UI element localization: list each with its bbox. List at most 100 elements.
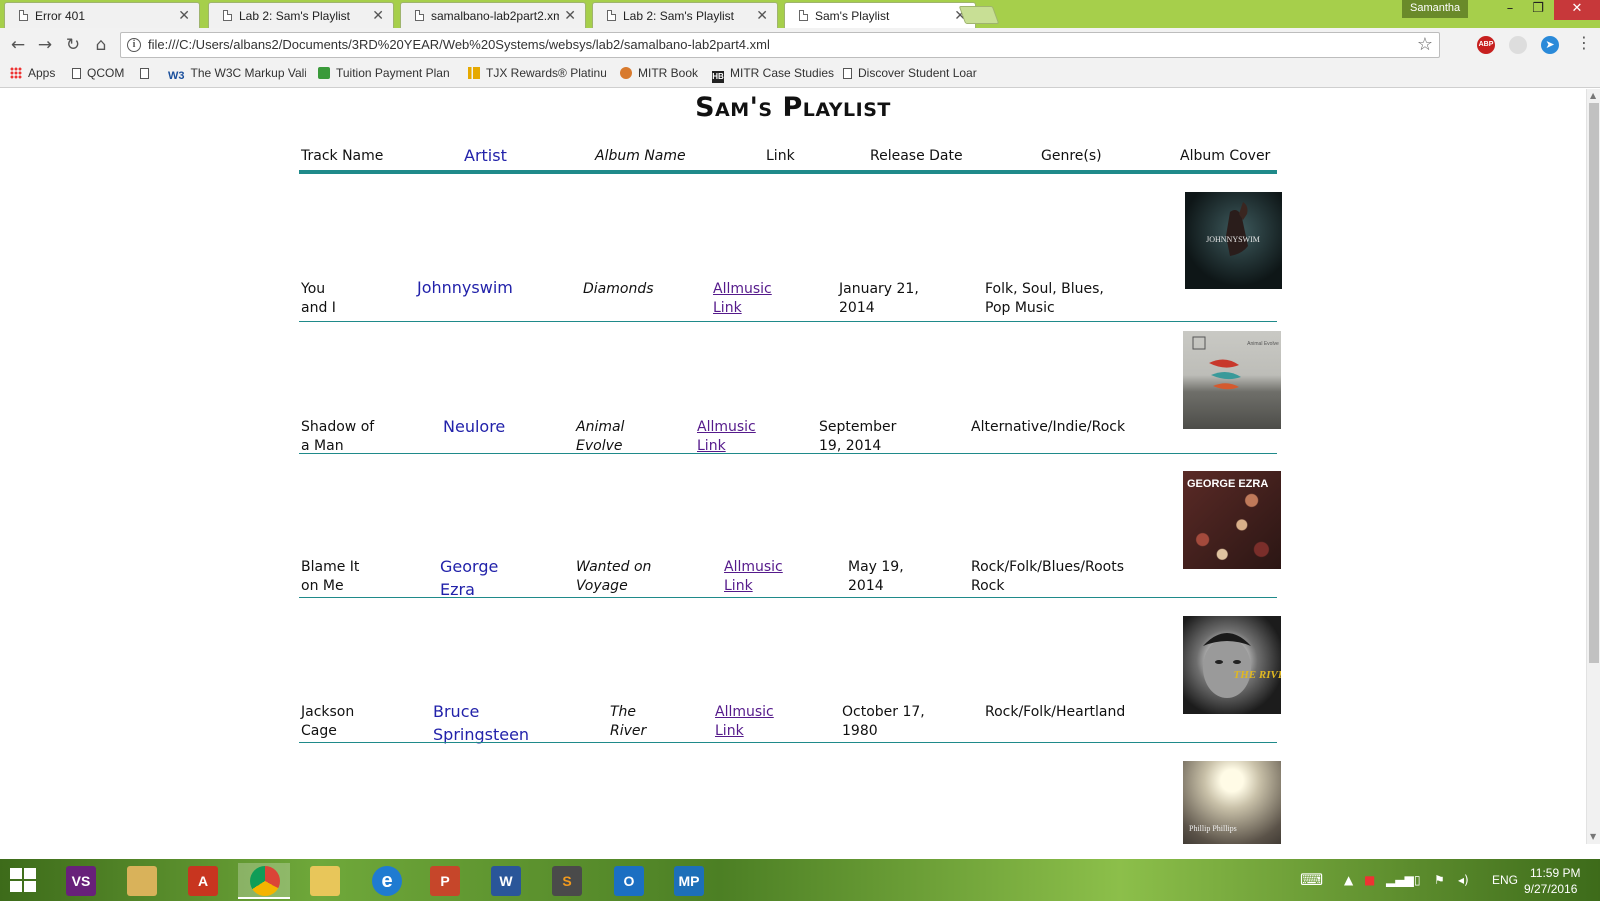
album-cover-image: GEORGE EZRA [1183, 471, 1281, 569]
allmusic-link[interactable]: Allmusic Link [713, 280, 772, 318]
genres: Folk, Soul, Blues, Pop Music [985, 281, 1104, 316]
header-album-cover: Album Cover [1180, 148, 1271, 164]
artist-name: George Ezra [440, 557, 499, 599]
restore-icon[interactable]: ❐ [1524, 0, 1552, 20]
allmusic-link[interactable]: Allmusic Link [724, 558, 783, 596]
volume-icon[interactable]: ◂) [1458, 873, 1469, 887]
cover-text: GEORGE EZRA [1187, 478, 1268, 490]
artist-name: Neulore [443, 417, 506, 436]
outlook-icon: O [614, 866, 644, 896]
scroll-thumb[interactable] [1589, 103, 1599, 663]
close-icon[interactable]: ✕ [372, 7, 384, 24]
input-language[interactable]: ENG [1492, 873, 1518, 887]
bookmark-mitr-case[interactable]: HB MITR Case Studies [712, 66, 834, 83]
windows-taskbar: VS A e P W S O MP ⌨ ▲ ■ ▂▄▆ ▯ ⚑ ◂) ENG 1… [0, 859, 1600, 901]
close-icon[interactable]: ✕ [756, 7, 768, 24]
reload-icon[interactable]: ↻ [62, 34, 84, 56]
taskbar-word[interactable]: W [479, 863, 531, 899]
tab-lab2-playlist[interactable]: Lab 2: Sam's Playlist ✕ [208, 2, 394, 28]
bookmark-blank[interactable] [140, 66, 155, 80]
bookmark-qcom[interactable]: QCOM [72, 66, 124, 80]
bookmark-discover[interactable]: Discover Student Loar [843, 66, 981, 80]
tuition-icon [318, 67, 330, 79]
action-center-flag-icon[interactable]: ⚑ [1434, 873, 1445, 887]
window-close-icon[interactable]: ✕ [1554, 0, 1600, 20]
bookmark-w3c[interactable]: W3 The W3C Markup Vali [168, 66, 306, 82]
vertical-scrollbar[interactable]: ▲ ▼ [1586, 89, 1600, 844]
network-signal-icon[interactable]: ▂▄▆ [1386, 873, 1414, 887]
bookmark-tjx[interactable]: TJX Rewards® Platinu [468, 66, 606, 80]
page-icon [415, 10, 424, 21]
cover-text: Phillip Phillips [1189, 824, 1237, 833]
visual-studio-icon: VS [66, 866, 96, 896]
info-icon[interactable]: i [127, 38, 141, 52]
album-name: Wanted on Voyage [576, 559, 652, 594]
close-icon[interactable]: ✕ [564, 7, 576, 24]
taskbar-internet-explorer[interactable]: e [360, 863, 412, 899]
page-icon [843, 68, 852, 79]
extension-icon[interactable] [1509, 36, 1527, 54]
profile-button[interactable]: Samantha [1402, 0, 1469, 18]
release-date: May 19, 2014 [848, 559, 904, 594]
row-divider [299, 453, 1277, 454]
release-date: September 19, 2014 [819, 419, 897, 454]
minimize-icon[interactable]: – [1496, 0, 1524, 20]
bookmark-apps[interactable]: Apps [10, 66, 55, 80]
taskbar-outlook[interactable]: O [602, 863, 654, 899]
bookmarks-bar: Apps QCOM W3 The W3C Markup Vali Tuition … [0, 62, 1600, 88]
bookmark-star-icon[interactable]: ☆ [1417, 34, 1433, 55]
track-name: Shadow of a Man [301, 419, 375, 454]
header-track-name: Track Name [301, 148, 384, 164]
release-date: October 17, 1980 [842, 704, 925, 739]
album-cover-image: Animal Evolve [1183, 331, 1281, 429]
tab-lab2part2-xml[interactable]: samalbano-lab2part2.xm ✕ [400, 2, 586, 28]
url-text[interactable]: file:///C:/Users/albans2/Documents/3RD%2… [148, 37, 770, 52]
tab-strip: Error 401 ✕ Lab 2: Sam's Playlist ✕ sama… [0, 0, 1600, 28]
bookmark-mitr-book[interactable]: MITR Book [620, 66, 698, 80]
notification-app-icon[interactable]: ■ [1364, 873, 1375, 887]
taskbar-visual-studio[interactable]: VS [54, 863, 106, 899]
taskbar-acrobat[interactable]: A [176, 863, 228, 899]
album-cover-art: THE RIVER [1203, 633, 1281, 698]
forward-icon[interactable]: → [34, 34, 56, 56]
clock-date[interactable]: 9/27/2016 [1524, 882, 1577, 896]
keyboard-icon[interactable]: ⌨ [1300, 870, 1323, 889]
taskbar-sublime-text[interactable]: S [540, 863, 592, 899]
allmusic-link[interactable]: Allmusic Link [715, 703, 774, 741]
menu-icon[interactable]: ⋮ [1576, 33, 1592, 52]
tab-title: Lab 2: Sam's Playlist [623, 9, 735, 23]
genres: Rock/Folk/Heartland [985, 704, 1126, 720]
taskbar-chrome[interactable] [238, 863, 290, 899]
windows-start-icon[interactable] [10, 868, 36, 892]
close-icon[interactable]: ✕ [178, 7, 190, 24]
tab-sams-playlist[interactable]: Sam's Playlist ✕ [784, 2, 976, 28]
new-tab-button[interactable] [958, 6, 1000, 24]
tab-lab2-playlist-2[interactable]: Lab 2: Sam's Playlist ✕ [592, 2, 778, 28]
taskbar-file-explorer[interactable] [115, 863, 167, 899]
allmusic-link[interactable]: Allmusic Link [697, 418, 756, 456]
scroll-up-icon[interactable]: ▲ [1590, 91, 1596, 100]
tab-title: Lab 2: Sam's Playlist [239, 9, 351, 23]
header-artist: Artist [464, 146, 507, 165]
mp-icon: MP [674, 866, 704, 896]
tab-error-401[interactable]: Error 401 ✕ [4, 2, 200, 28]
address-bar[interactable]: i file:///C:/Users/albans2/Documents/3RD… [120, 32, 1440, 58]
back-icon[interactable]: ← [7, 34, 29, 56]
adblock-plus-icon[interactable]: ABP [1477, 36, 1495, 54]
messenger-extension-icon[interactable]: ➤ [1541, 36, 1559, 54]
bookmark-tuition[interactable]: Tuition Payment Plan [318, 66, 454, 80]
taskbar-mp[interactable]: MP [662, 863, 714, 899]
taskbar-folder[interactable] [298, 863, 350, 899]
battery-icon[interactable]: ▯ [1414, 873, 1421, 887]
home-icon[interactable]: ⌂ [90, 34, 112, 56]
genres: Alternative/Indie/Rock [971, 419, 1126, 435]
taskbar-powerpoint[interactable]: P [418, 863, 470, 899]
artist-name: Johnnyswim [417, 278, 513, 297]
page-icon [223, 10, 232, 21]
hb-icon: HB [712, 71, 724, 83]
clock-time[interactable]: 11:59 PM [1530, 866, 1580, 880]
scroll-down-icon[interactable]: ▼ [1590, 832, 1596, 841]
row-divider [299, 321, 1277, 322]
show-hidden-icons-icon[interactable]: ▲ [1344, 873, 1353, 887]
album-cover-image: THE RIVER [1183, 616, 1281, 714]
